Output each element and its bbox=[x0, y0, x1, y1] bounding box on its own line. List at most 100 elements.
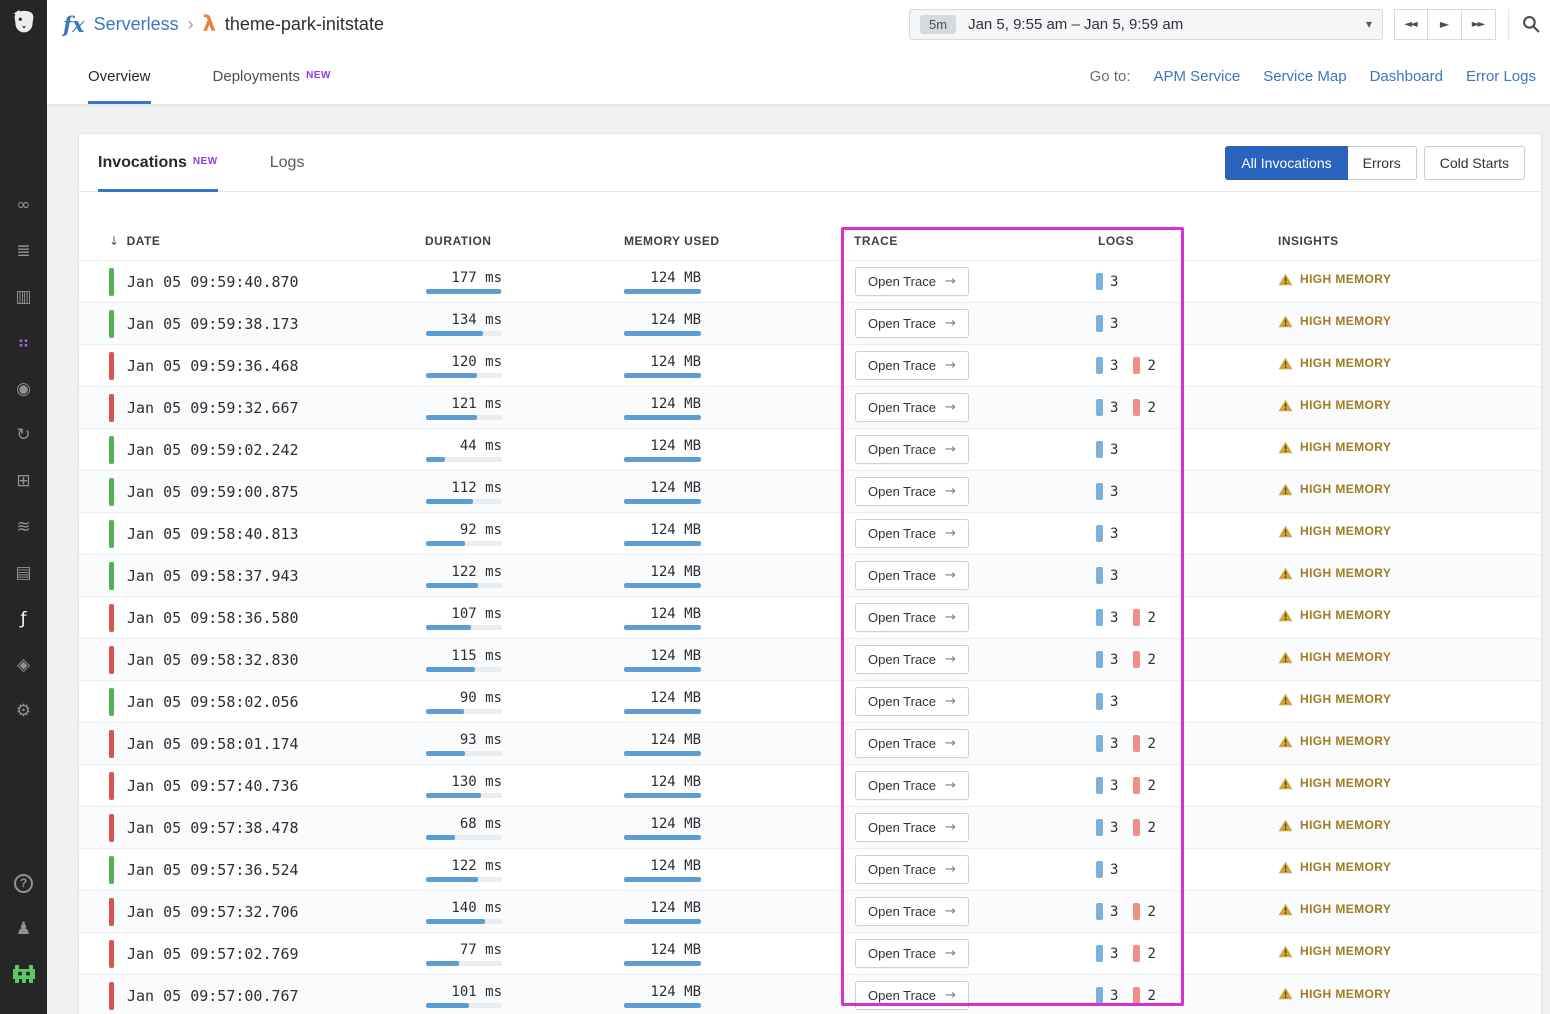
duration-value: 107 ms bbox=[426, 606, 502, 622]
table-row[interactable]: Jan 05 09:59:36.468 120 ms 124 MB Open T… bbox=[79, 345, 1542, 387]
log-info-count: 3 bbox=[1110, 316, 1118, 332]
skip-forward-button[interactable]: ►► bbox=[1462, 9, 1496, 40]
sidebar-item-security[interactable]: ◈ bbox=[0, 642, 47, 688]
time-range-picker[interactable]: 5m Jan 5, 9:55 am – Jan 5, 9:59 am ▾ bbox=[909, 9, 1383, 40]
sidebar-item-users[interactable]: ♟ bbox=[0, 906, 47, 952]
invocation-date: Jan 05 09:57:00.767 bbox=[127, 987, 299, 1005]
open-trace-button[interactable]: Open Trace → bbox=[855, 813, 969, 842]
duration-meter: 140 ms bbox=[426, 900, 502, 924]
table-row[interactable]: Jan 05 09:58:02.056 90 ms 124 MB Open Tr… bbox=[79, 681, 1542, 723]
table-row[interactable]: Jan 05 09:58:40.813 92 ms 124 MB Open Tr… bbox=[79, 513, 1542, 555]
goto-link-service-map[interactable]: Service Map bbox=[1263, 68, 1346, 85]
tab-deployments[interactable]: Deployments NEW bbox=[213, 48, 331, 104]
sidebar-item-metrics[interactable]: ▥ bbox=[0, 274, 47, 320]
breadcrumb-serverless-link[interactable]: Serverless bbox=[94, 14, 179, 35]
invocation-date: Jan 05 09:58:36.580 bbox=[127, 609, 299, 627]
memory-bar bbox=[624, 331, 701, 336]
sidebar-item-processes[interactable]: ≋ bbox=[0, 504, 47, 550]
open-trace-button[interactable]: Open Trace → bbox=[855, 897, 969, 926]
logs-counts: 3 bbox=[1096, 273, 1271, 290]
table-row[interactable]: Jan 05 09:57:00.767 101 ms 124 MB Open T… bbox=[79, 975, 1542, 1014]
open-trace-button[interactable]: Open Trace → bbox=[855, 771, 969, 800]
open-trace-label: Open Trace bbox=[868, 862, 936, 877]
table-row[interactable]: Jan 05 09:57:32.706 140 ms 124 MB Open T… bbox=[79, 891, 1542, 933]
zoom-search-button[interactable] bbox=[1508, 9, 1540, 40]
open-trace-button[interactable]: Open Trace → bbox=[855, 477, 969, 506]
table-row[interactable]: Jan 05 09:58:36.580 107 ms 124 MB Open T… bbox=[79, 597, 1542, 639]
insight-label: HIGH MEMORY bbox=[1300, 650, 1391, 664]
sidebar-item-help[interactable]: ? bbox=[0, 860, 47, 906]
duration-meter: 115 ms bbox=[426, 648, 502, 672]
table-row[interactable]: Jan 05 09:59:40.870 177 ms 124 MB Open T… bbox=[79, 261, 1542, 303]
tab-logs[interactable]: Logs bbox=[270, 134, 305, 191]
open-trace-button[interactable]: Open Trace → bbox=[855, 981, 969, 1010]
memory-meter: 124 MB bbox=[624, 354, 701, 378]
open-trace-button[interactable]: Open Trace → bbox=[855, 267, 969, 296]
sidebar-item-apm[interactable]: ⠶ bbox=[0, 320, 47, 366]
high-memory-badge: HIGH MEMORY bbox=[1278, 524, 1391, 538]
table-row[interactable]: Jan 05 09:57:36.524 122 ms 124 MB Open T… bbox=[79, 849, 1542, 891]
sidebar-item-bits[interactable] bbox=[0, 952, 47, 998]
table-row[interactable]: Jan 05 09:57:40.736 130 ms 124 MB Open T… bbox=[79, 765, 1542, 807]
table-row[interactable]: Jan 05 09:59:00.875 112 ms 124 MB Open T… bbox=[79, 471, 1542, 513]
open-trace-button[interactable]: Open Trace → bbox=[855, 351, 969, 380]
warning-icon bbox=[1278, 609, 1293, 622]
log-error-count: 2 bbox=[1147, 610, 1155, 626]
ci-icon: ⊞ bbox=[16, 471, 30, 491]
open-trace-label: Open Trace bbox=[868, 820, 936, 835]
invocation-date: Jan 05 09:57:40.736 bbox=[127, 777, 299, 795]
open-trace-button[interactable]: Open Trace → bbox=[855, 939, 969, 968]
open-trace-label: Open Trace bbox=[868, 274, 936, 289]
sidebar-item-ci[interactable]: ⊞ bbox=[0, 458, 47, 504]
memory-bar bbox=[624, 751, 701, 756]
status-bar bbox=[109, 772, 114, 800]
column-header-date[interactable]: ↓DATE bbox=[79, 192, 425, 261]
sidebar-item-synthetics[interactable]: ↻ bbox=[0, 412, 47, 458]
sidebar-item-watchdog[interactable]: ∞ bbox=[0, 182, 47, 228]
log-info-bar bbox=[1096, 735, 1103, 752]
sidebar-item-settings[interactable]: ⚙ bbox=[0, 688, 47, 734]
filter-all-invocations[interactable]: All Invocations bbox=[1225, 146, 1347, 180]
open-trace-button[interactable]: Open Trace → bbox=[855, 561, 969, 590]
table-row[interactable]: Jan 05 09:59:32.667 121 ms 124 MB Open T… bbox=[79, 387, 1542, 429]
open-trace-button[interactable]: Open Trace → bbox=[855, 603, 969, 632]
table-row[interactable]: Jan 05 09:59:02.242 44 ms 124 MB Open Tr… bbox=[79, 429, 1542, 471]
filter-cold-starts[interactable]: Cold Starts bbox=[1424, 146, 1525, 180]
tab-overview[interactable]: Overview bbox=[88, 48, 151, 104]
open-trace-button[interactable]: Open Trace → bbox=[855, 519, 969, 548]
goto-link-error-logs[interactable]: Error Logs bbox=[1466, 68, 1536, 85]
sidebar-item-serverless[interactable]: ƒ bbox=[0, 596, 47, 642]
goto-link-apm-service[interactable]: APM Service bbox=[1154, 68, 1241, 85]
table-row[interactable]: Jan 05 09:57:38.478 68 ms 124 MB Open Tr… bbox=[79, 807, 1542, 849]
duration-meter: 44 ms bbox=[426, 438, 502, 462]
open-trace-button[interactable]: Open Trace → bbox=[855, 855, 969, 884]
sidebar-item-notebooks[interactable]: ▤ bbox=[0, 550, 47, 596]
open-trace-button[interactable]: Open Trace → bbox=[855, 729, 969, 758]
warning-icon bbox=[1278, 399, 1293, 412]
tab-invocations[interactable]: Invocations NEW bbox=[98, 134, 218, 191]
open-trace-button[interactable]: Open Trace → bbox=[855, 393, 969, 422]
arrow-right-icon: → bbox=[945, 358, 956, 373]
open-trace-button[interactable]: Open Trace → bbox=[855, 435, 969, 464]
table-row[interactable]: Jan 05 09:58:32.830 115 ms 124 MB Open T… bbox=[79, 639, 1542, 681]
duration-meter: 107 ms bbox=[426, 606, 502, 630]
invocation-date: Jan 05 09:57:36.524 bbox=[127, 861, 299, 879]
tab-label: Invocations bbox=[98, 154, 187, 172]
open-trace-button[interactable]: Open Trace → bbox=[855, 687, 969, 716]
skip-back-button[interactable]: ◄◄ bbox=[1394, 9, 1428, 40]
open-trace-button[interactable]: Open Trace → bbox=[855, 645, 969, 674]
log-info-bar bbox=[1096, 693, 1103, 710]
filter-errors[interactable]: Errors bbox=[1348, 146, 1417, 180]
logs-counts: 3 bbox=[1096, 525, 1271, 542]
goto-link-dashboard[interactable]: Dashboard bbox=[1370, 68, 1443, 85]
sidebar-item-error-tracking[interactable]: ◉ bbox=[0, 366, 47, 412]
goto-label: Go to: bbox=[1090, 68, 1131, 85]
table-row[interactable]: Jan 05 09:58:37.943 122 ms 124 MB Open T… bbox=[79, 555, 1542, 597]
table-row[interactable]: Jan 05 09:59:38.173 134 ms 124 MB Open T… bbox=[79, 303, 1542, 345]
datadog-logo[interactable] bbox=[0, 0, 47, 46]
play-button[interactable]: ► bbox=[1428, 9, 1462, 40]
table-row[interactable]: Jan 05 09:57:02.769 77 ms 124 MB Open Tr… bbox=[79, 933, 1542, 975]
open-trace-button[interactable]: Open Trace → bbox=[855, 309, 969, 338]
table-row[interactable]: Jan 05 09:58:01.174 93 ms 124 MB Open Tr… bbox=[79, 723, 1542, 765]
sidebar-item-logs[interactable]: ≣ bbox=[0, 228, 47, 274]
